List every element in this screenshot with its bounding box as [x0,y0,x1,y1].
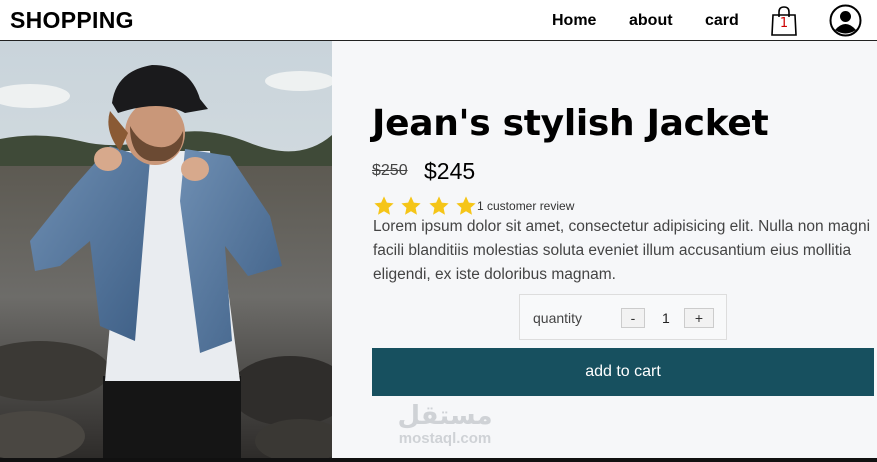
decrement-button[interactable]: - [621,308,645,328]
star-rating [373,195,478,217]
nav-link-card[interactable]: card [705,12,739,30]
product-details-panel: Jean's stylish Jacket $250 $245 1 custom… [332,41,877,458]
shopping-bag-icon[interactable]: 1 [771,6,797,36]
original-price: $250 [372,162,408,179]
product-description: Lorem ipsum dolor sit amet, consectetur … [373,218,871,283]
product-image [0,41,332,458]
watermark: مستقل mostaql.com [385,401,505,447]
star-icon [374,196,394,215]
watermark-arabic: مستقل [397,401,493,431]
brand-logo[interactable]: SHOPPING [10,7,134,34]
navbar: SHOPPING Home about card 1 [0,0,877,41]
watermark-latin: mostaql.com [398,430,492,447]
quantity-label: quantity [533,310,583,326]
product-title: Jean's stylish Jacket [372,103,769,144]
quantity-value[interactable]: 1 [662,310,670,326]
cart-count-badge: 1 [779,16,789,31]
add-to-cart-button[interactable]: add to cart [372,348,874,396]
quantity-stepper: quantity - 1 + [519,294,727,340]
star-icon [401,196,422,215]
user-circle-icon[interactable] [829,4,862,37]
bottom-border [0,458,877,462]
star-icon [429,196,449,215]
increment-button[interactable]: + [684,308,714,328]
review-count[interactable]: 1 customer review [477,199,574,213]
star-icon [456,196,476,215]
nav-link-home[interactable]: Home [552,12,596,30]
sale-price: $245 [424,158,476,184]
nav-link-about[interactable]: about [629,12,673,30]
